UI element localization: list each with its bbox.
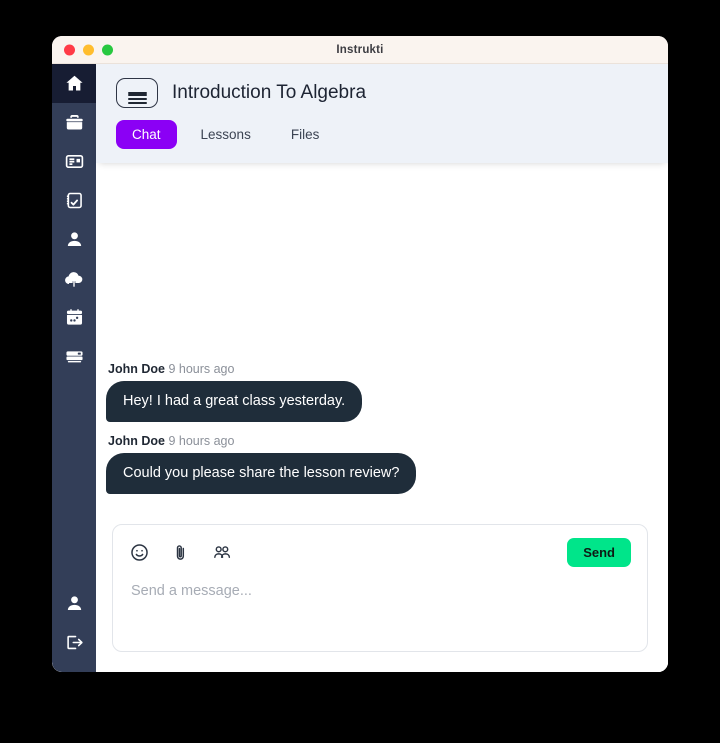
hamburger-icon xyxy=(127,92,147,104)
sidebar-item-home[interactable] xyxy=(52,64,96,103)
page-title: Introduction To Algebra xyxy=(172,82,367,103)
app-window: Instrukti Introduction To Algebra Chat L… xyxy=(52,36,668,672)
menu-toggle-button[interactable] xyxy=(116,78,158,108)
tab-files[interactable]: Files xyxy=(275,120,336,149)
credit-card-icon xyxy=(64,346,85,367)
message-timestamp: 9 hours ago xyxy=(168,361,235,376)
composer-wrapper: Send xyxy=(96,524,668,672)
course-header: Introduction To Algebra Chat Lessons Fil… xyxy=(96,64,668,163)
sidebar-item-uploads[interactable] xyxy=(52,259,96,298)
sidebar-item-news[interactable] xyxy=(52,142,96,181)
sidebar-item-billing[interactable] xyxy=(52,337,96,376)
send-button[interactable]: Send xyxy=(567,538,631,567)
message-bubble-row: Hey! I had a great class yesterday. xyxy=(99,380,648,423)
logout-icon xyxy=(64,632,85,653)
window-title: Instrukti xyxy=(336,43,384,56)
sidebar-item-profile[interactable] xyxy=(52,584,96,623)
messages-container: John Doe 9 hours ago Hey! I had a great … xyxy=(99,362,648,524)
message-meta: John Doe 9 hours ago xyxy=(108,434,648,448)
sidebar-item-assignments[interactable] xyxy=(52,181,96,220)
home-icon xyxy=(64,73,85,94)
message-bubble: Hey! I had a great class yesterday. xyxy=(99,380,363,423)
message-input[interactable] xyxy=(129,583,631,599)
window-body: Introduction To Algebra Chat Lessons Fil… xyxy=(52,64,668,672)
message-bubble: Could you please share the lesson review… xyxy=(99,452,417,495)
chat-message-list[interactable]: John Doe 9 hours ago Hey! I had a great … xyxy=(96,163,668,524)
message-composer: Send xyxy=(112,524,648,652)
sidebar-secondary-nav xyxy=(52,584,96,672)
briefcase-icon xyxy=(64,112,85,133)
clipboard-check-icon xyxy=(64,190,85,211)
message-meta: John Doe 9 hours ago xyxy=(108,362,648,376)
chat-message: John Doe 9 hours ago Hey! I had a great … xyxy=(99,362,648,423)
sidebar-primary-nav xyxy=(52,64,96,376)
person-icon xyxy=(64,229,85,250)
calendar-icon xyxy=(64,307,85,328)
main-panel: Introduction To Algebra Chat Lessons Fil… xyxy=(96,64,668,672)
tab-chat[interactable]: Chat xyxy=(116,120,177,149)
window-titlebar: Instrukti xyxy=(52,36,668,64)
message-author: John Doe xyxy=(108,433,165,448)
chat-message: John Doe 9 hours ago Could you please sh… xyxy=(99,434,648,495)
course-tabs: Chat Lessons Files xyxy=(116,120,650,149)
composer-toolbar: Send xyxy=(129,538,631,567)
person-icon xyxy=(64,593,85,614)
message-author: John Doe xyxy=(108,361,165,376)
cloud-upload-icon xyxy=(63,268,85,290)
header-top-row: Introduction To Algebra xyxy=(116,78,650,108)
sidebar-item-courses[interactable] xyxy=(52,103,96,142)
sidebar-item-logout[interactable] xyxy=(52,623,96,662)
sidebar-item-students[interactable] xyxy=(52,220,96,259)
emoji-icon[interactable] xyxy=(129,542,150,563)
message-bubble-row: Could you please share the lesson review… xyxy=(99,452,648,495)
article-card-icon xyxy=(64,151,85,172)
sidebar-item-calendar[interactable] xyxy=(52,298,96,337)
message-timestamp: 9 hours ago xyxy=(168,433,235,448)
sidebar xyxy=(52,64,96,672)
tab-lessons[interactable]: Lessons xyxy=(185,120,267,149)
paperclip-icon[interactable] xyxy=(170,542,191,563)
people-group-icon[interactable] xyxy=(211,542,233,564)
